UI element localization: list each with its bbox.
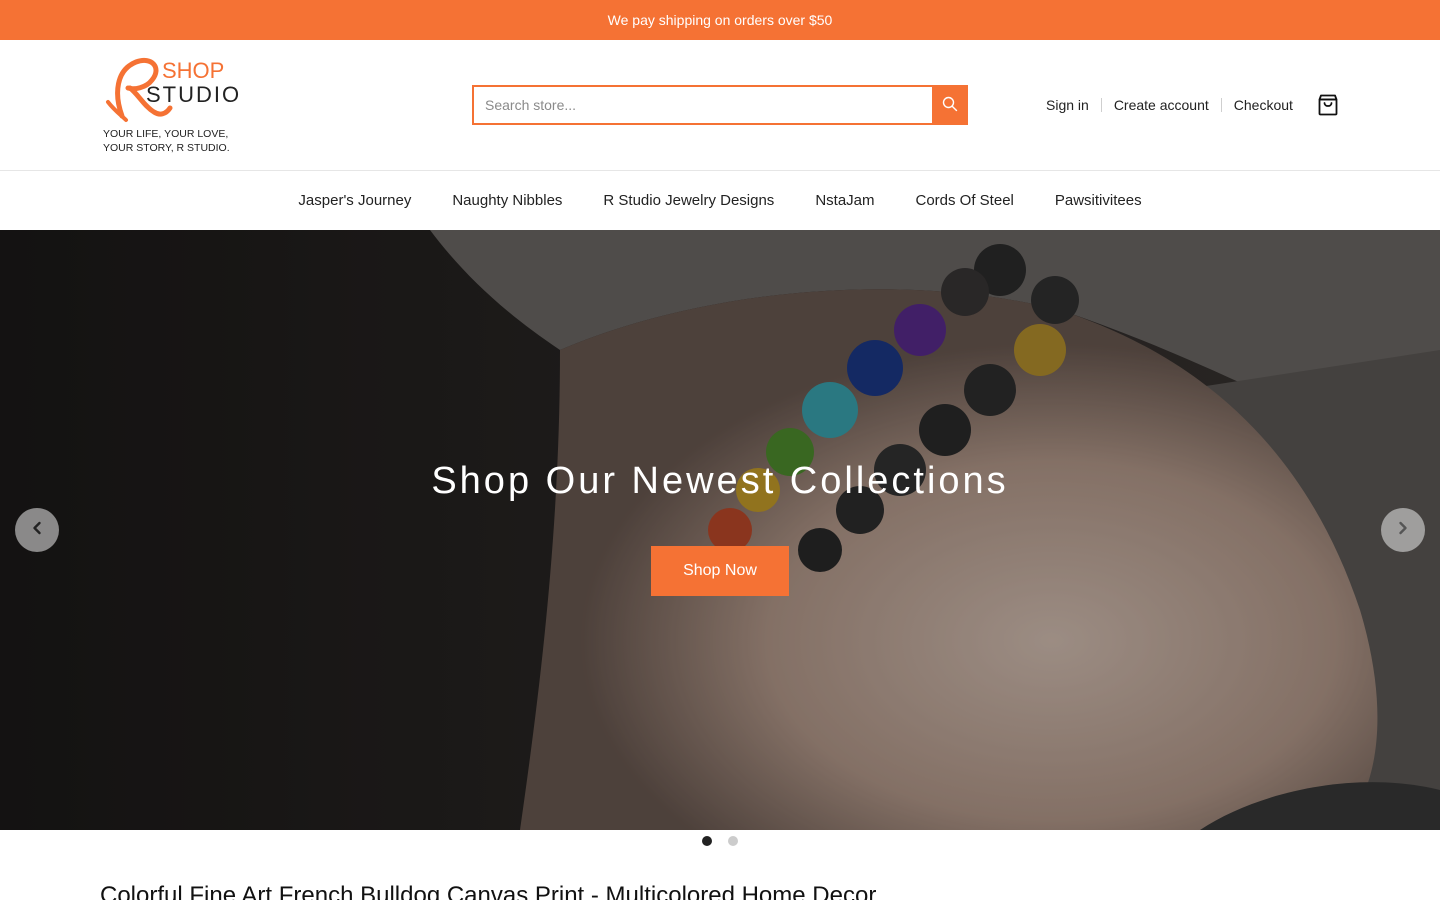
- search-bar: [472, 85, 968, 125]
- hero-title: Shop Our Newest Collections: [431, 460, 1009, 502]
- account-links: Sign in Create account Checkout: [1046, 96, 1293, 114]
- search-icon: [942, 96, 958, 115]
- nav-item-cords-of-steel[interactable]: Cords Of Steel: [895, 192, 1034, 209]
- divider: [1220, 98, 1222, 112]
- promo-bar: We pay shipping on orders over $50: [0, 0, 1440, 40]
- chevron-right-icon: [1396, 521, 1410, 540]
- cart-button[interactable]: [1316, 93, 1340, 117]
- checkout-link[interactable]: Checkout: [1234, 97, 1293, 113]
- slide-dot-1[interactable]: [702, 836, 712, 846]
- shopping-bag-icon: [1316, 94, 1340, 121]
- site-header: SHOP STUDIO YOUR LIFE, YOUR LOVE, YOUR S…: [0, 40, 1440, 171]
- shop-now-button[interactable]: Shop Now: [651, 546, 789, 596]
- slide-dot-2[interactable]: [728, 836, 738, 846]
- sign-in-link[interactable]: Sign in: [1046, 97, 1089, 113]
- next-slide-button[interactable]: [1381, 508, 1425, 552]
- previous-slide-button[interactable]: [15, 508, 59, 552]
- nav-item-jewelry-designs[interactable]: R Studio Jewelry Designs: [583, 192, 795, 209]
- hero-overlay: [0, 230, 1440, 830]
- store-logo[interactable]: SHOP STUDIO YOUR LIFE, YOUR LOVE, YOUR S…: [100, 54, 250, 156]
- slide-indicators: [0, 836, 1440, 848]
- logo-tagline-1: YOUR LIFE, YOUR LOVE,: [103, 128, 228, 140]
- hero-slideshow: Shop Our Newest Collections Shop Now: [0, 230, 1440, 830]
- create-account-link[interactable]: Create account: [1114, 97, 1209, 113]
- logo-studio-text: STUDIO: [146, 82, 241, 107]
- search-input[interactable]: [472, 85, 932, 125]
- nav-item-nstajam[interactable]: NstaJam: [795, 192, 895, 209]
- divider: [1100, 98, 1102, 112]
- nav-item-jaspers-journey[interactable]: Jasper's Journey: [278, 192, 432, 209]
- main-nav: Jasper's Journey Naughty Nibbles R Studi…: [0, 171, 1440, 230]
- product-heading: Colorful Fine Art French Bulldog Canvas …: [100, 882, 877, 900]
- nav-item-pawsitivitees[interactable]: Pawsitivitees: [1034, 192, 1162, 209]
- chevron-left-icon: [30, 521, 44, 540]
- logo-tagline-2: YOUR STORY, R STUDIO.: [103, 142, 230, 154]
- logo-shop-text: SHOP: [162, 58, 224, 83]
- promo-text: We pay shipping on orders over $50: [607, 12, 833, 28]
- search-button[interactable]: [932, 85, 968, 125]
- nav-item-naughty-nibbles[interactable]: Naughty Nibbles: [432, 192, 583, 209]
